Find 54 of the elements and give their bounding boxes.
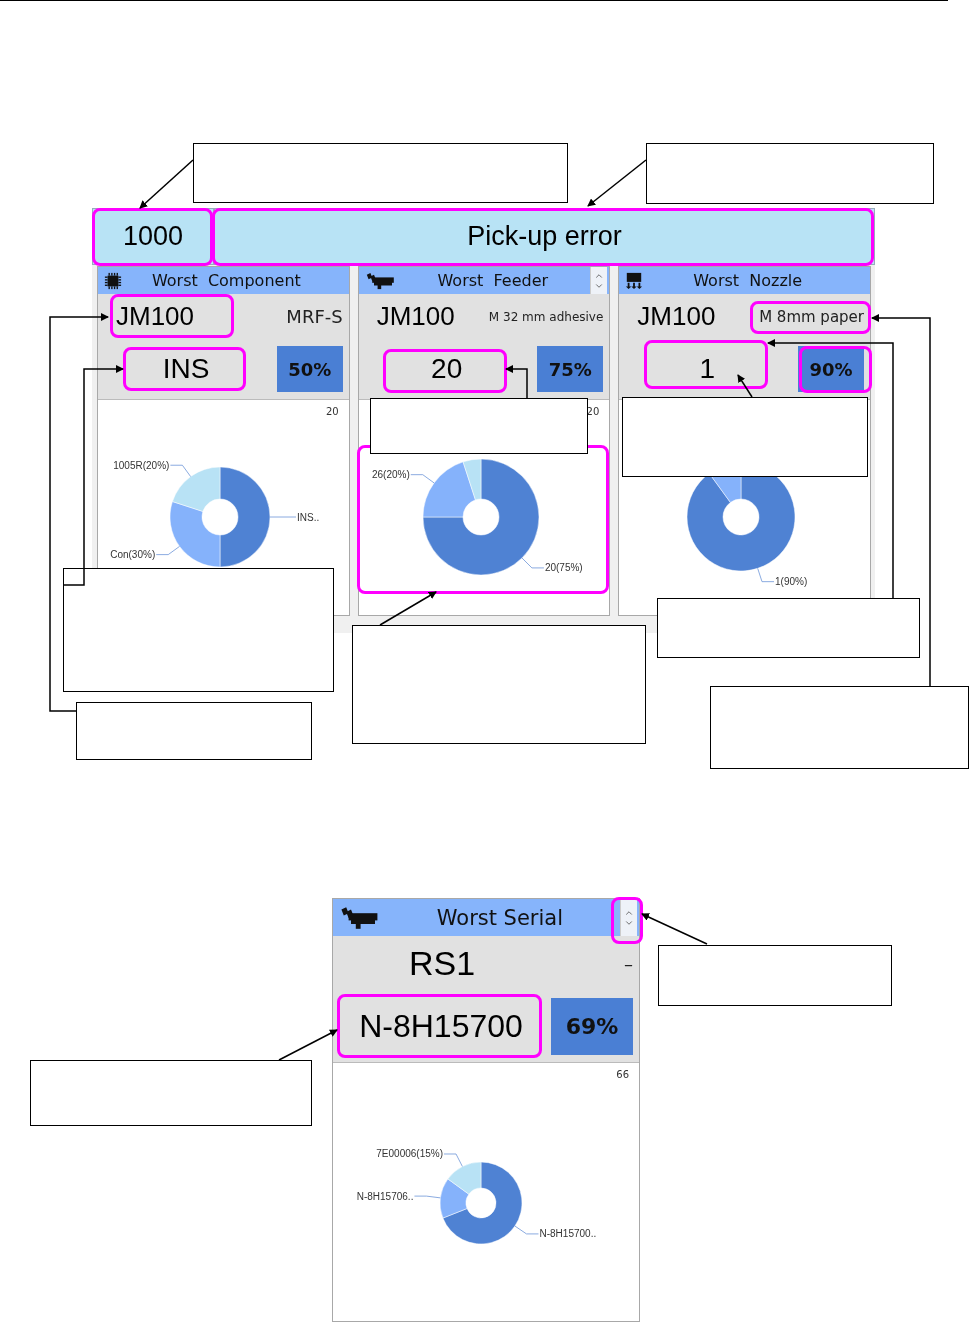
leader-line <box>514 1225 539 1235</box>
slice-label: 1005R(20%) <box>113 459 170 471</box>
slice-label: N-8H15700.. <box>539 1228 597 1240</box>
leader-line <box>155 546 180 555</box>
total-count: 20 <box>586 406 600 417</box>
worst-value: INS <box>162 353 210 385</box>
slice-label: INS.. <box>297 511 320 523</box>
worst-value: N-8H15700 <box>359 1007 523 1045</box>
percent-badge: 75% <box>537 346 604 392</box>
arrow <box>505 365 528 399</box>
nozzle-icon <box>625 271 644 290</box>
arrow <box>278 1029 338 1061</box>
arrow <box>139 159 194 209</box>
scroll-arrows[interactable] <box>620 899 637 936</box>
model-name: JM100 <box>116 301 195 332</box>
worst-value: 20 <box>431 353 463 385</box>
detail-text: M 8mm paper <box>759 307 864 326</box>
arrow <box>641 913 708 945</box>
highlight-frame <box>611 897 643 944</box>
leader-line <box>170 464 191 477</box>
model-name: JM100 <box>637 301 716 332</box>
model-name: JM100 <box>376 301 455 332</box>
model-name: RS1 <box>409 943 476 983</box>
scroll-arrows[interactable] <box>590 267 608 294</box>
leader-line <box>410 474 435 484</box>
slice-label: Con(30%) <box>110 549 156 561</box>
percent-badge: 50% <box>276 346 343 392</box>
detail-text: MRF-S <box>286 306 343 327</box>
detail-text: – <box>624 952 633 974</box>
slice-label: 7E00006(15%) <box>376 1148 444 1160</box>
panel-title: Worst Serial <box>435 905 565 930</box>
total-count: 66 <box>616 1069 629 1080</box>
feeder-icon <box>339 905 380 930</box>
slice-label: 26(20%) <box>371 469 410 481</box>
detail-text: M 32 mm adhesive <box>488 309 604 324</box>
panel-title: Worst Feeder <box>436 271 550 290</box>
slice-label: 1(90%) <box>775 576 808 588</box>
arrow <box>737 374 753 398</box>
slice-label: N-8H15706.. <box>356 1190 414 1202</box>
leader-line <box>443 1153 463 1167</box>
total-count: 20 <box>325 406 339 417</box>
arrow <box>587 159 647 207</box>
chip-icon <box>104 271 122 290</box>
leader-line <box>269 516 297 518</box>
percent-badge: 69% <box>551 997 633 1055</box>
worst-value: 1 <box>699 353 716 385</box>
slice-label: 20(75%) <box>544 562 583 574</box>
feeder-icon <box>364 271 396 290</box>
leader-line <box>757 567 775 583</box>
panel-title: Worst Nozzle <box>692 271 804 290</box>
panel-title: Worst Component <box>150 271 302 290</box>
leader-line <box>414 1195 441 1199</box>
arrow <box>379 591 437 626</box>
leader-line <box>521 557 544 569</box>
